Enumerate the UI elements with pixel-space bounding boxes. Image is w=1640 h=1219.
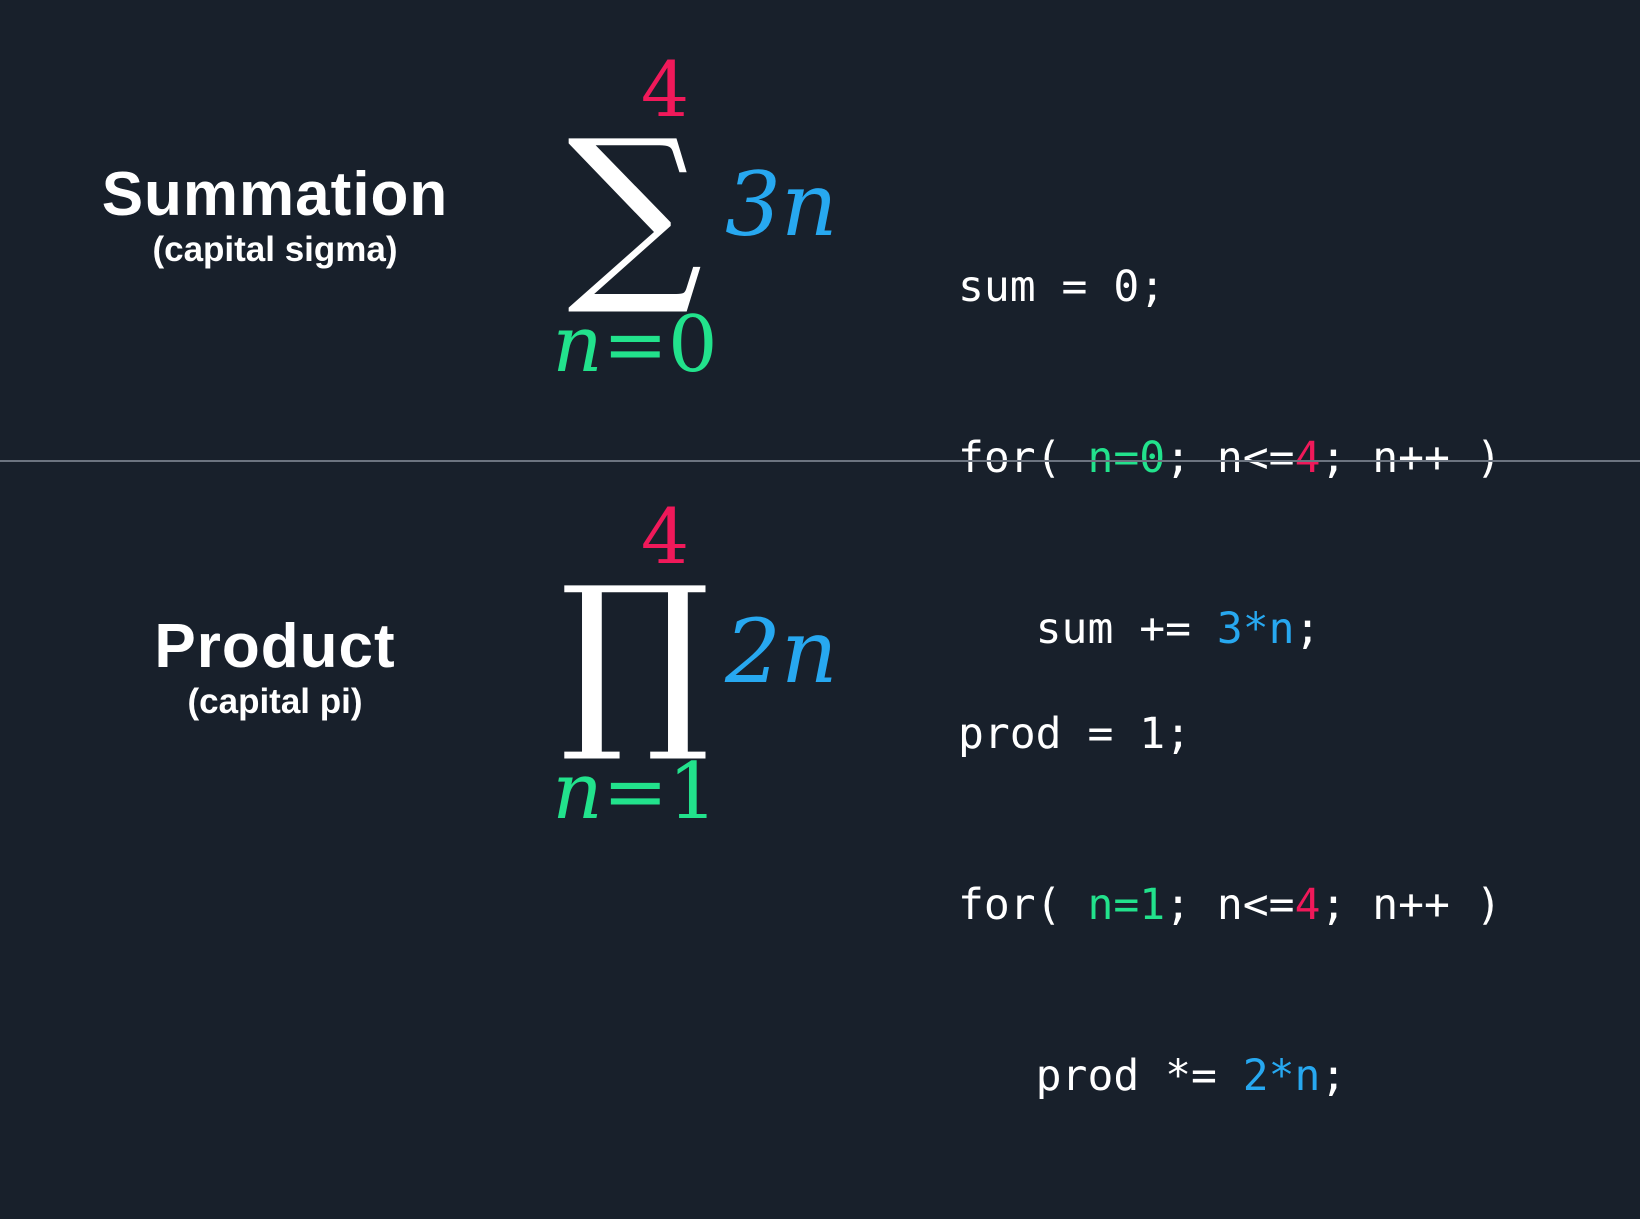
summation-lower-var: n [552, 300, 603, 390]
sigma-symbol: ∑ [567, 99, 703, 320]
summation-title: Summation [101, 160, 449, 229]
product-title: Product [154, 612, 396, 681]
code-line-body: prod *= 2*n; [958, 1048, 1502, 1105]
product-subtitle: (capital pi) [187, 682, 363, 721]
product-lower-var: n [552, 747, 603, 837]
product-heading: Product (capital pi) [60, 612, 490, 722]
code-line-init: prod = 1; [958, 709, 1191, 759]
code-line-loop: for( n=1; n<=4; n++ ) [958, 877, 1502, 934]
pi-symbol: ∏ [559, 546, 711, 767]
product-lower-value: =1 [602, 747, 718, 837]
summation-formula: 4 ∑ 3n n=0 [530, 20, 860, 440]
summation-subtitle: (capital sigma) [152, 230, 398, 269]
summation-lower-value: =0 [602, 300, 718, 390]
code-line-init: sum = 0; [958, 262, 1166, 312]
product-code: prod = 1; for( n=1; n<=4; n++ ) prod *= … [958, 592, 1502, 1219]
product-formula: 4 ∏ 2n n=1 [530, 467, 860, 887]
summation-term: 3n [725, 153, 838, 256]
summation-heading: Summation (capital sigma) [60, 160, 490, 270]
product-panel: Product (capital pi) 4 ∏ 2n n=1 prod = 1… [0, 462, 1640, 1102]
product-term: 2n [725, 600, 838, 703]
summation-lower-bound: n=0 [550, 305, 720, 385]
summation-panel: Summation (capital sigma) 4 ∑ 3n n=0 sum… [0, 0, 1640, 655]
code-accumulate: prod *= [958, 1051, 1243, 1101]
code-body-expr: 2*n [1242, 1051, 1321, 1101]
code-semicolon: ; [1320, 1051, 1347, 1101]
product-lower-bound: n=1 [550, 752, 720, 832]
